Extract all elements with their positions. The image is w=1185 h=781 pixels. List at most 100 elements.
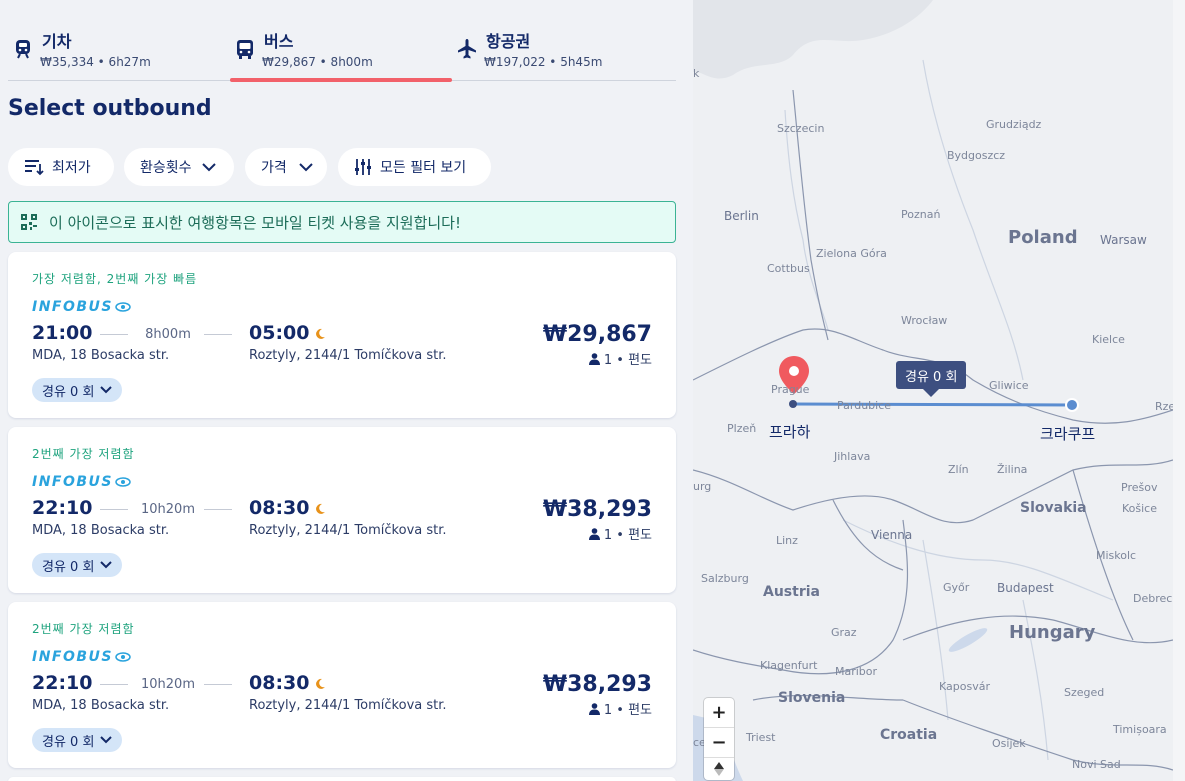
map-label: Warsaw: [1100, 233, 1147, 247]
passenger-info: 1 • 편도: [588, 349, 652, 368]
price-label: 가격: [261, 160, 287, 176]
eye-icon: [115, 652, 131, 662]
departure-time: 22:10: [32, 672, 93, 694]
map-label: Győr: [943, 581, 970, 594]
map-label: Pardubice: [837, 399, 892, 412]
transfers-filter[interactable]: 환승횟수: [124, 148, 234, 186]
map-label: Wrocław: [901, 314, 948, 327]
eye-icon: [115, 302, 131, 312]
tab-train[interactable]: 기차 ₩35,334 • 6h27m: [8, 0, 230, 81]
map-label: Maribor: [835, 665, 878, 678]
chevron-down-icon: [299, 163, 313, 172]
chevron-down-icon: [100, 386, 113, 394]
arrival-time: 08:30: [249, 497, 310, 519]
map-label: Miskolc: [1096, 549, 1137, 562]
map-label: Graz: [831, 626, 857, 639]
carrier-name: INFOBUS: [32, 299, 114, 315]
departure-station: MDA, 18 Bosacka str.: [32, 523, 170, 538]
map-label: Osijek: [992, 737, 1026, 750]
stops-label: 경유 0 회: [42, 559, 95, 575]
map-label: Vienna: [871, 528, 913, 542]
stops-toggle[interactable]: 경유 0 회: [32, 553, 123, 577]
origin-label: 프라하: [769, 423, 811, 441]
tab-train-summary: ₩35,334 • 6h27m: [40, 55, 151, 69]
passenger-info: 1 • 편도: [588, 524, 652, 543]
tab-bus-title: 버스: [264, 32, 294, 51]
ticket-price: ₩38,293: [542, 672, 652, 697]
map-label: Slovenia: [778, 690, 846, 706]
stops-label: 경유 0 회: [42, 734, 95, 750]
divider: [100, 509, 128, 510]
destination-label: 크라쿠프: [1040, 425, 1096, 443]
map-label: urg: [693, 480, 712, 493]
map-label: Prague: [771, 383, 810, 396]
map-label: Austria: [763, 584, 820, 600]
map-label: Timișoara: [1113, 723, 1167, 736]
sliders-icon: [355, 159, 371, 175]
divider: [204, 684, 232, 685]
map-label: Zlín: [948, 463, 969, 476]
moon-icon: [316, 328, 325, 339]
map-label: Jihlava: [834, 450, 871, 463]
active-tab-indicator: [230, 78, 452, 82]
map-label: Novi Sad: [1072, 758, 1121, 771]
page-scrollbar[interactable]: [1173, 0, 1185, 781]
zoom-in-button[interactable]: +: [704, 698, 734, 728]
passenger-text: 1 • 편도: [603, 353, 652, 368]
departure-time: 21:00: [32, 322, 93, 344]
all-filters-button[interactable]: 모든 필터 보기: [338, 148, 491, 186]
result-card[interactable]: 가장 저렴함, 2번째 가장 빠름 INFOBUS 21:00 8h00m 05…: [8, 252, 676, 418]
arrival-station: Roztyly, 2144/1 Tomíčkova str.: [249, 523, 447, 538]
arrival-station: Roztyly, 2144/1 Tomíčkova str.: [249, 698, 447, 713]
arrival-station: Roztyly, 2144/1 Tomíčkova str.: [249, 348, 447, 363]
result-card[interactable]: 2번째 가장 저렴함 INFOBUS 22:10 10h20m 08:30 MD…: [8, 602, 676, 768]
map-label: Berlin: [724, 209, 759, 223]
arrival-time: 05:00: [249, 322, 310, 344]
stops-toggle[interactable]: 경유 0 회: [32, 728, 123, 752]
map-label: Košice: [1122, 502, 1157, 515]
results-panel: 기차 ₩35,334 • 6h27m 버스 ₩29,867 • 8h00m 항공…: [0, 0, 693, 781]
divider: [100, 334, 128, 335]
sort-button[interactable]: 최저가: [8, 148, 114, 186]
ticket-price: ₩38,293: [542, 497, 652, 522]
moon-icon: [316, 503, 325, 514]
ticket-price: ₩29,867: [542, 322, 652, 347]
compass-button[interactable]: [704, 758, 734, 780]
carrier-logo: INFOBUS: [32, 649, 131, 665]
chevron-down-icon: [201, 163, 216, 172]
trip-duration: 10h20m: [141, 502, 195, 517]
tab-bus[interactable]: 버스 ₩29,867 • 8h00m: [230, 0, 452, 82]
map-label: Slovakia: [1020, 500, 1087, 516]
result-card-partial[interactable]: [8, 777, 676, 781]
map-label: Cottbus: [767, 262, 810, 275]
map-label: Gliwice: [989, 379, 1029, 392]
map-label: Linz: [776, 534, 798, 547]
result-card[interactable]: 2번째 가장 저렴함 INFOBUS 22:10 10h20m 08:30 MD…: [8, 427, 676, 593]
trip-duration: 10h20m: [141, 677, 195, 692]
divider: [100, 684, 128, 685]
tab-flight-summary: ₩197,022 • 5h45m: [484, 55, 603, 69]
zoom-out-button[interactable]: −: [704, 728, 734, 758]
tab-train-title: 기차: [42, 32, 72, 51]
tab-flight-title: 항공권: [486, 32, 531, 51]
tab-flight[interactable]: 항공권 ₩197,022 • 5h45m: [452, 0, 674, 81]
compass-icon: [714, 762, 724, 776]
person-icon: [588, 527, 600, 540]
all-filters-label: 모든 필터 보기: [380, 160, 467, 176]
map-label: Kaposvár: [939, 680, 990, 693]
map-label: Bydgoszcz: [947, 149, 1006, 162]
map-label: Hungary: [1009, 622, 1096, 643]
departure-station: MDA, 18 Bosacka str.: [32, 348, 170, 363]
eye-icon: [115, 477, 131, 487]
stops-toggle[interactable]: 경유 0 회: [32, 378, 123, 402]
arrival-time: 08:30: [249, 672, 310, 694]
route-map[interactable]: k Szczecin Grudziądz Bydgoszcz Berlin Po…: [693, 0, 1173, 781]
price-filter[interactable]: 가격: [245, 148, 327, 186]
departure-station: MDA, 18 Bosacka str.: [32, 698, 170, 713]
carrier-logo: INFOBUS: [32, 474, 131, 490]
transfers-label: 환승횟수: [140, 160, 192, 176]
map-label: Zielona Góra: [816, 247, 887, 260]
map-label: Salzburg: [701, 572, 749, 585]
result-tag: 2번째 가장 저렴함: [32, 447, 135, 461]
map-label: Žilina: [997, 463, 1028, 476]
